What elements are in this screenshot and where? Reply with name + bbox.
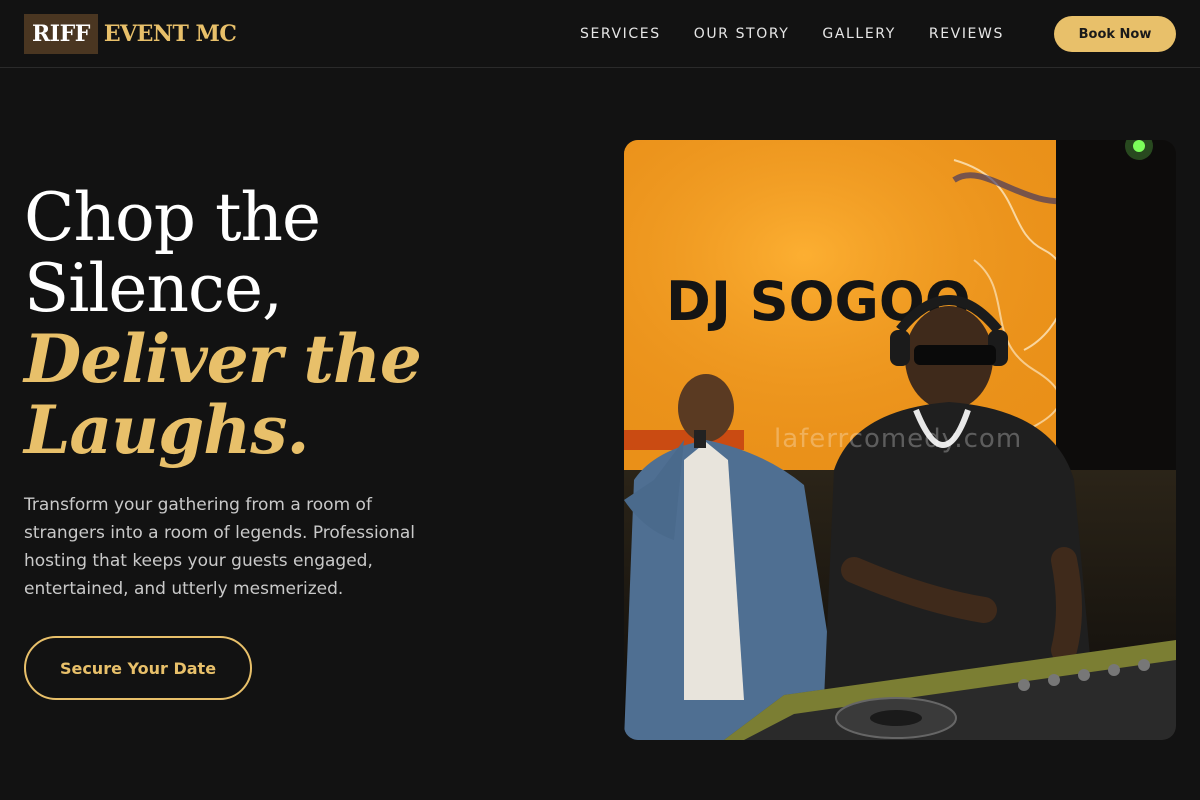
- hero-photo: DJ SOGOO laferrcomedy.com: [624, 140, 1176, 740]
- hero-title-line: Chop the: [24, 179, 321, 256]
- nav-link-services[interactable]: SERVICES: [580, 0, 661, 68]
- site-header: RIFF EVENT MC SERVICES OUR STORY GALLERY…: [0, 0, 1200, 68]
- hero-title: Chop the Silence, Deliver the Laughs.: [24, 182, 544, 466]
- nav-link-reviews[interactable]: REVIEWS: [929, 0, 1004, 68]
- hero-title-line: Silence,: [24, 250, 283, 327]
- hero-description: Transform your gathering from a room of …: [24, 495, 415, 599]
- image-watermark: laferrcomedy.com: [774, 424, 1023, 454]
- nav-link-our-story[interactable]: OUR STORY: [694, 0, 790, 68]
- hero-title-accent-line: Deliver the: [24, 320, 422, 398]
- hero-title-accent-line: Laughs.: [24, 391, 309, 469]
- logo-wordmark: EVENT MC: [103, 21, 237, 47]
- secure-your-date-button[interactable]: Secure Your Date: [24, 636, 252, 700]
- nav-link-gallery[interactable]: GALLERY: [822, 0, 895, 68]
- main-nav: SERVICES OUR STORY GALLERY REVIEWS: [580, 0, 1037, 68]
- logo-mark: RIFF: [24, 14, 98, 54]
- brand-logo[interactable]: RIFF EVENT MC: [24, 14, 237, 54]
- book-now-button[interactable]: Book Now: [1054, 16, 1176, 52]
